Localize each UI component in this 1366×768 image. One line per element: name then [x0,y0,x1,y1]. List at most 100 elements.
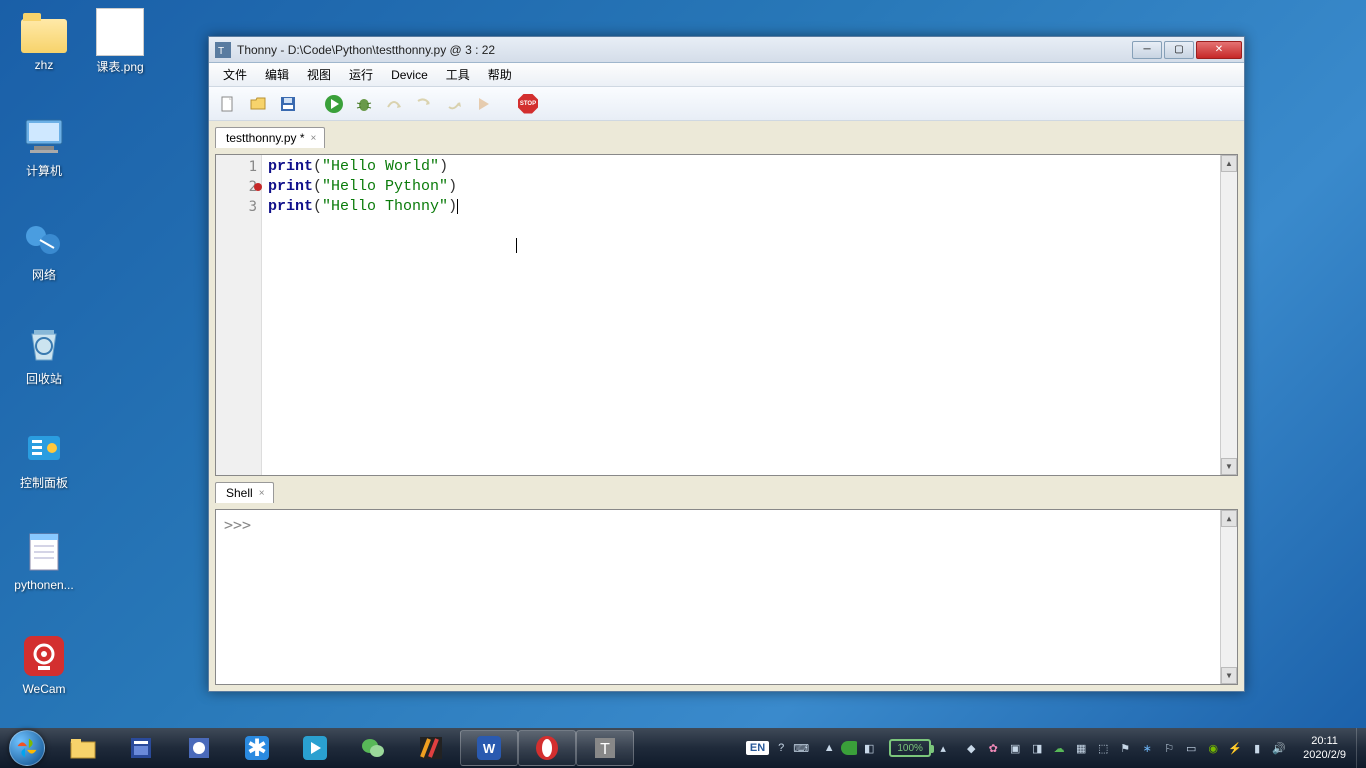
shell-scrollbar[interactable]: ▲ ▼ [1220,510,1237,684]
tray-cloud-icon[interactable]: ☁ [1051,740,1067,756]
tray-shield-icon[interactable]: ◨ [1029,740,1045,756]
power-icon[interactable]: ⚡ [1227,740,1243,756]
stop-button[interactable]: STOP [517,93,539,115]
taskbar-wps[interactable]: W [460,730,518,766]
menu-tools[interactable]: 工具 [438,63,478,86]
desktop-icon-label: 课表.png [84,58,156,75]
taskbar-opera[interactable] [518,730,576,766]
nvidia-icon[interactable]: ◉ [1205,740,1221,756]
scroll-up-icon[interactable]: ▲ [1221,510,1237,527]
taskbar-app-play[interactable] [286,728,344,768]
minimize-button[interactable]: ─ [1132,41,1162,59]
tray-icon[interactable]: ▦ [1073,740,1089,756]
shell-prompt: >>> [224,516,251,534]
thonny-icon: T [215,42,231,58]
desktop-icon-network[interactable]: 网络 [8,216,80,283]
file-tab-label: testthonny.py * [226,131,305,145]
tray-chevron-icon[interactable]: ▲ [821,740,837,756]
clock-time: 20:11 [1303,734,1346,748]
shell-tab-label: Shell [226,486,253,500]
tray-icon[interactable]: ⬚ [1095,740,1111,756]
code-area[interactable]: print("Hello World") print("Hello Python… [262,155,1237,475]
expand-tray-icon[interactable]: ▴ [935,740,951,756]
close-button[interactable]: ✕ [1196,41,1242,59]
taskbar-thonny[interactable]: T [576,730,634,766]
new-file-button[interactable] [217,93,239,115]
bluetooth-icon[interactable]: ∗ [1139,740,1155,756]
tray-icon[interactable]: ▣ [1007,740,1023,756]
desktop-icon-label: 回收站 [8,370,80,387]
editor-scrollbar[interactable]: ▲ ▼ [1220,155,1237,475]
maximize-button[interactable]: ▢ [1164,41,1194,59]
tray-icon[interactable]: ◆ [963,740,979,756]
menu-help[interactable]: 帮助 [480,63,520,86]
tray-green-icon[interactable] [841,740,857,756]
scroll-down-icon[interactable]: ▼ [1221,458,1237,475]
open-file-button[interactable] [247,93,269,115]
desktop-icon-computer[interactable]: 计算机 [8,112,80,179]
taskbar-app-stripes[interactable] [402,728,460,768]
shell-panel[interactable]: >>> ▲ ▼ [215,509,1238,685]
breakpoint-icon[interactable] [254,183,262,191]
line-gutter: 1 2 3 [216,155,262,475]
menu-view[interactable]: 视图 [299,63,339,86]
desktop-icon-label: pythonen... [8,578,80,592]
titlebar[interactable]: T Thonny - D:\Code\Python\testthonny.py … [209,37,1244,63]
save-button[interactable] [277,93,299,115]
close-tab-icon[interactable]: × [259,488,265,499]
keyboard-icon[interactable]: ⌨ [793,740,809,756]
taskbar-explorer[interactable] [54,728,112,768]
step-into-button[interactable] [413,93,435,115]
menu-edit[interactable]: 编辑 [257,63,297,86]
taskbar-app-asterisk[interactable]: ✱ [228,728,286,768]
window-title: Thonny - D:\Code\Python\testthonny.py @ … [237,43,1130,57]
tray-icon[interactable]: ▭ [1183,740,1199,756]
desktop-icon-label: 控制面板 [8,474,80,491]
battery-indicator[interactable]: 100% [889,739,931,757]
tray-flower-icon[interactable]: ✿ [985,740,1001,756]
step-out-button[interactable] [443,93,465,115]
pinned-apps: ✱ W T [54,728,634,768]
show-desktop-button[interactable] [1356,728,1366,768]
desktop-icon-kebiao[interactable]: 课表.png [84,8,156,75]
flag-icon[interactable]: ⚐ [1161,740,1177,756]
file-tab-testthonny[interactable]: testthonny.py * × [215,127,325,148]
system-tray: EN ? ⌨ ▲ ◧ 100% ▴ ◆ ✿ ▣ ◨ ☁ ▦ ⬚ ⚑ ∗ ⚐ ▭ … [740,728,1366,768]
desktop-icon-recycle[interactable]: 回收站 [8,320,80,387]
network-tray-icon[interactable]: ▮ [1249,740,1265,756]
menu-device[interactable]: Device [383,65,436,85]
close-tab-icon[interactable]: × [311,133,317,144]
run-button[interactable] [323,93,345,115]
svg-text:W: W [483,741,496,756]
svg-text:✱: ✱ [247,735,267,762]
line-number: 1 [249,159,257,175]
debug-button[interactable] [353,93,375,115]
toolbar: STOP [209,87,1244,121]
desktop-icon-label: 网络 [8,266,80,283]
volume-icon[interactable]: 🔊 [1271,740,1287,756]
code-editor[interactable]: 1 2 3 print("Hello World") print("Hello … [215,154,1238,476]
shell-tab[interactable]: Shell × [215,482,274,503]
desktop-icon-zhz[interactable]: zhz [8,8,80,72]
thonny-window: T Thonny - D:\Code\Python\testthonny.py … [208,36,1245,692]
taskbar-app-2[interactable] [170,728,228,768]
desktop-icon-pythonen[interactable]: pythonen... [8,528,80,592]
menu-run[interactable]: 运行 [341,63,381,86]
desktop-icon-wecam[interactable]: WeCam [8,632,80,696]
step-over-button[interactable] [383,93,405,115]
help-icon[interactable]: ? [773,740,789,756]
scroll-up-icon[interactable]: ▲ [1221,155,1237,172]
svg-text:T: T [218,46,224,57]
language-indicator[interactable]: EN [746,741,769,755]
resume-button[interactable] [473,93,495,115]
start-button[interactable] [0,728,54,768]
desktop-icon-cpanel[interactable]: 控制面板 [8,424,80,491]
tray-app-icon[interactable]: ◧ [861,740,877,756]
menu-file[interactable]: 文件 [215,63,255,86]
taskbar-wechat[interactable] [344,728,402,768]
tray-icon[interactable]: ⚑ [1117,740,1133,756]
taskbar-clock[interactable]: 20:11 2020/2/9 [1293,734,1356,762]
svg-text:T: T [600,741,610,758]
taskbar-app-1[interactable] [112,728,170,768]
scroll-down-icon[interactable]: ▼ [1221,667,1237,684]
